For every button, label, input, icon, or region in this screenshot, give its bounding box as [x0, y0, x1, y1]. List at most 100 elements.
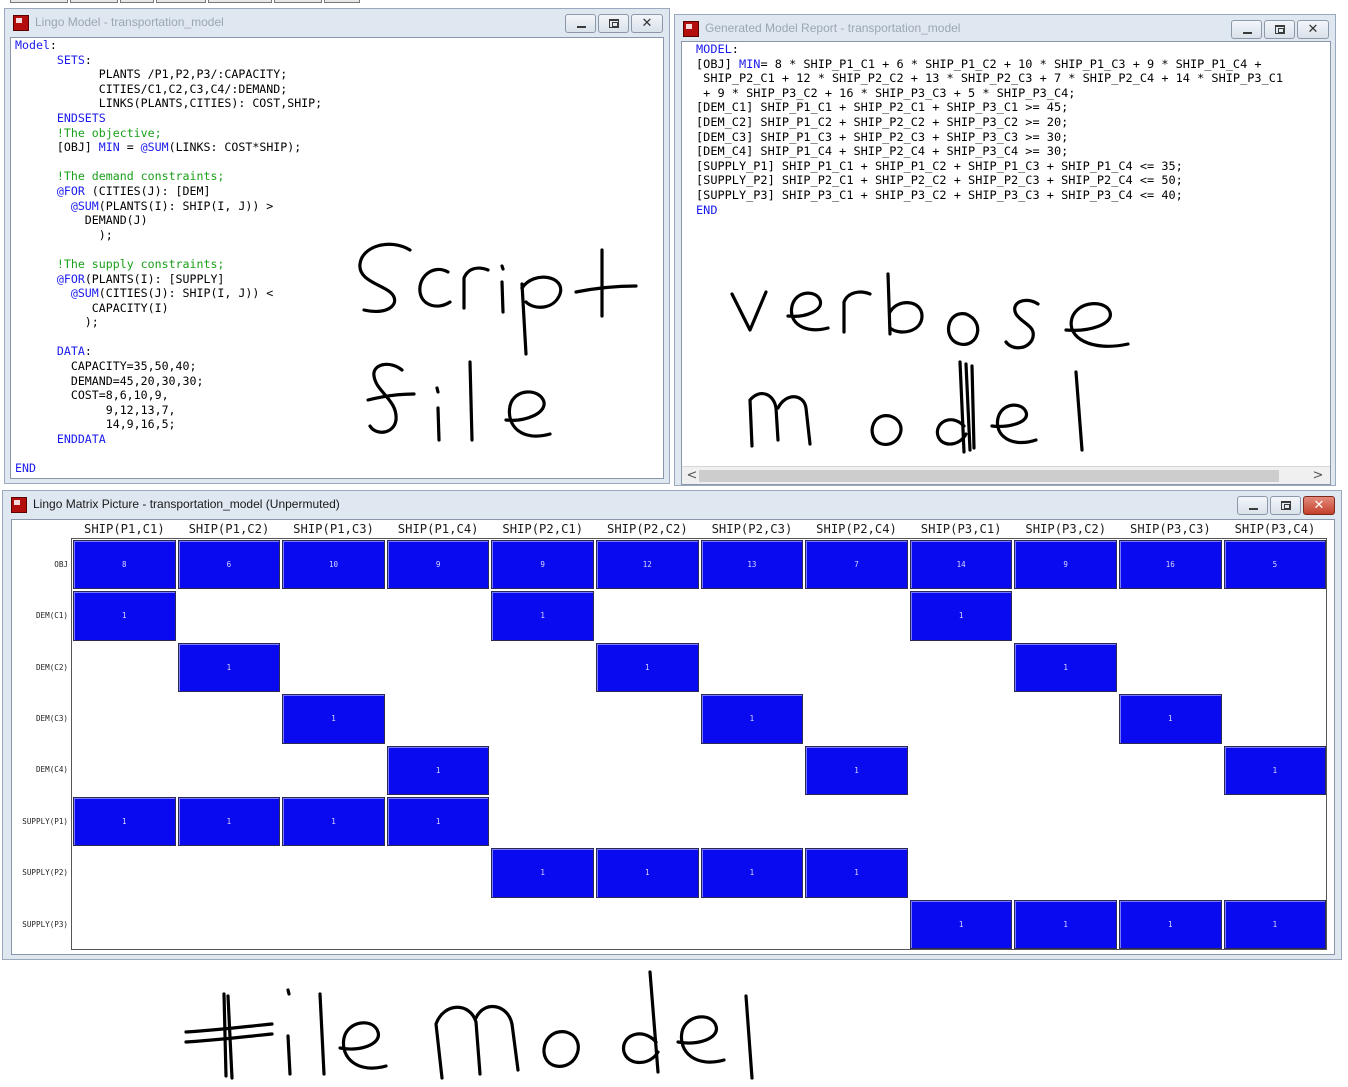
matrix-cell[interactable]: 5 [1223, 540, 1327, 590]
matrix-cell[interactable]: 7 [805, 540, 908, 590]
maximize-button[interactable] [1270, 496, 1301, 515]
matrix-cell[interactable]: 1 [282, 694, 385, 744]
maximize-button[interactable] [598, 14, 629, 33]
matrix-cell[interactable]: 1 [1223, 899, 1327, 950]
code-keyword: ENDSETS [56, 110, 106, 125]
code-keyword: ENDDATA [56, 432, 106, 447]
code-text: (PLANTS(I): SHIP(I, J)) > [98, 198, 274, 213]
code-text: 14,9,16,5; [15, 417, 176, 432]
horizontal-scrollbar[interactable]: < > [682, 466, 1330, 484]
matrix-cell[interactable]: 1 [805, 745, 908, 795]
code-text: CAPACITY(I) [15, 300, 169, 315]
script-code[interactable]: Model: SETS: PLANTS /P1,P2,P3/:CAPACITY;… [15, 38, 322, 476]
scrollbar-thumb[interactable] [699, 470, 1279, 482]
matrix-cell[interactable]: 1 [1014, 899, 1117, 950]
matrix-cell[interactable]: 14 [909, 540, 1013, 590]
matrix-column-header: SHIP(P3,C3) [1129, 522, 1211, 536]
maximize-icon [609, 19, 619, 28]
matrix-cell[interactable]: 13 [700, 540, 804, 590]
matrix-cell[interactable]: 1 [177, 797, 281, 847]
matrix-cell[interactable]: 1 [491, 848, 594, 898]
matrix-cell[interactable]: 1 [1119, 694, 1222, 744]
matrix-row-label: OBJ [54, 559, 68, 569]
matrix-cell[interactable]: 1 [1014, 642, 1117, 693]
minimize-button[interactable] [1237, 496, 1268, 515]
matrix-cell[interactable]: 1 [909, 591, 1013, 641]
maximize-button[interactable] [1264, 20, 1295, 39]
minimize-icon [577, 26, 586, 28]
matrix-cell[interactable]: 1 [700, 848, 804, 898]
matrix-cell[interactable]: 12 [596, 540, 699, 590]
matrix-cell[interactable]: 9 [386, 540, 490, 590]
matrix-cell[interactable]: 1 [386, 745, 490, 795]
matrix-cell[interactable]: 9 [491, 540, 594, 590]
code-keyword: @SUM [70, 198, 99, 213]
minimize-button[interactable] [1231, 20, 1262, 39]
close-button[interactable]: ✕ [1303, 496, 1335, 515]
scroll-left-arrow[interactable]: < [684, 468, 700, 484]
matrix-cell[interactable]: 1 [596, 848, 699, 898]
matrix-cell[interactable]: 1 [491, 591, 594, 641]
matrix-cell[interactable]: 1 [1223, 745, 1327, 795]
code-text: [OBJ] [696, 56, 739, 71]
script-window-titlebar[interactable]: Lingo Model - transportation_model ✕ [5, 9, 669, 37]
matrix-column-header: SHIP(P2,C4) [816, 522, 897, 536]
matrix-cell[interactable]: 1 [805, 848, 908, 898]
taskbar-tab[interactable] [10, 0, 68, 3]
matrix-cell[interactable]: 16 [1119, 540, 1222, 590]
taskbar-tab[interactable] [156, 0, 206, 3]
code-text: 9,12,13,7, [15, 402, 176, 417]
matrix-cell[interactable]: 6 [177, 540, 281, 590]
code-text: ); [15, 227, 113, 242]
minimize-button[interactable] [565, 14, 596, 33]
close-button[interactable]: ✕ [631, 14, 663, 33]
handwriting-tile-model [184, 970, 754, 1080]
matrix-window[interactable]: Lingo Matrix Picture - transportation_mo… [2, 490, 1342, 960]
matrix-row-label: DEM(C2) [35, 662, 68, 672]
taskbar-tab[interactable] [120, 0, 154, 3]
code-comment: !The objective; [56, 125, 162, 140]
matrix-cell[interactable]: 1 [596, 642, 699, 693]
matrix-column-header: SHIP(P1,C4) [397, 522, 479, 536]
code-text: DEMAND=45,20,30,30; [15, 373, 204, 388]
matrix-column-header: SHIP(P1,C2) [188, 522, 270, 536]
matrix-cell[interactable]: 1 [700, 694, 804, 744]
matrix-cell[interactable]: 1 [73, 591, 176, 641]
scroll-right-arrow[interactable]: > [1310, 468, 1326, 484]
matrix-cell[interactable]: 1 [73, 797, 176, 847]
matrix-cell[interactable]: 1 [909, 899, 1013, 950]
code-text: DEMAND(J) [15, 213, 148, 228]
report-window-titlebar[interactable]: Generated Model Report - transportation_… [675, 15, 1335, 43]
report-window-title: Generated Model Report - transportation_… [705, 21, 961, 35]
matrix-row-label: DEM(C1) [35, 611, 68, 621]
matrix-cell[interactable]: 1 [177, 642, 281, 693]
close-button[interactable]: ✕ [1297, 20, 1329, 39]
matrix-column-header: SHIP(P3,C4) [1234, 522, 1316, 536]
matrix-cell[interactable]: 10 [282, 540, 385, 590]
matrix-cell[interactable]: 8 [73, 540, 176, 590]
matrix-window-titlebar[interactable]: Lingo Matrix Picture - transportation_mo… [3, 491, 1341, 519]
matrix-cell[interactable]: 1 [282, 797, 385, 847]
matrix-cell[interactable]: 9 [1014, 540, 1117, 590]
code-text: (LINKS: COST*SHIP); [168, 140, 302, 155]
matrix-column-header: SHIP(P2,C2) [606, 522, 688, 536]
matrix-cell[interactable]: 1 [1119, 899, 1222, 950]
taskbar-tab[interactable] [324, 0, 360, 3]
taskbar-strip [0, 0, 1348, 4]
taskbar-tab[interactable] [208, 0, 272, 3]
code-text: ); [15, 315, 99, 330]
taskbar-tab[interactable] [70, 0, 118, 3]
matrix-row-label: DEM(C4) [35, 765, 68, 775]
report-code[interactable]: MODEL: [OBJ] MIN= 8 * SHIP_P1_C1 + 6 * S… [696, 42, 1283, 217]
taskbar-tab[interactable] [274, 0, 322, 3]
matrix-cell[interactable]: 1 [386, 797, 490, 847]
matrix-picture[interactable]: SHIP(P1,C1) SHIP(P1,C2) SHIP(P1,C3) SHIP(P1… [11, 519, 1335, 955]
code-keyword: @SUM [70, 286, 99, 301]
code-text: = [119, 140, 141, 155]
code-keyword: END [15, 461, 36, 476]
